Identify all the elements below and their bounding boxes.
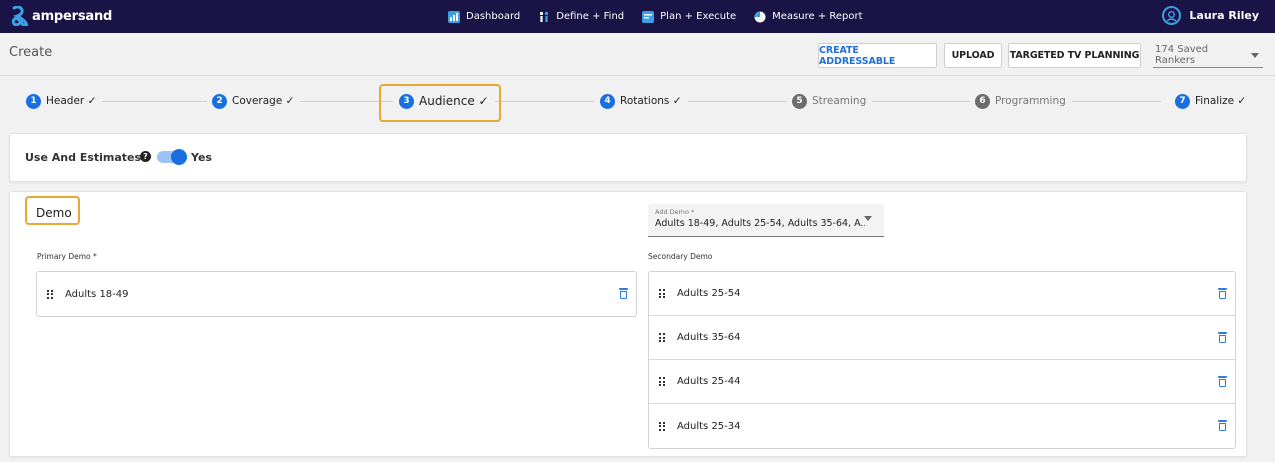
add-demo-value: Adults 18-49, Adults 25-54, Adults 35-64… [655, 218, 865, 229]
pie-chart-icon [754, 11, 766, 23]
secondary-demo-item[interactable]: Adults 25-44 [649, 360, 1235, 404]
audience-step-highlight [379, 84, 501, 122]
targeted-tv-planning-button[interactable]: TARGETED TV PLANNING [1008, 43, 1141, 68]
ampersand-logo[interactable]: ampersand [11, 5, 113, 27]
demo-name: Adults 25-44 [677, 376, 741, 387]
step-number: 1 [26, 93, 41, 109]
header-divider [0, 75, 1275, 76]
step-number: 7 [1175, 93, 1190, 109]
ampersand-logo-icon [11, 5, 30, 27]
step-label: Finalize ✓ [1195, 95, 1247, 107]
help-icon[interactable]: ? [140, 151, 151, 162]
brand-name: ampersand [32, 8, 113, 24]
trash-icon[interactable] [1218, 376, 1227, 387]
trash-icon[interactable] [1218, 288, 1227, 299]
step-label: Rotations ✓ [620, 95, 682, 107]
drag-handle-icon[interactable] [659, 333, 665, 342]
nav-define-find[interactable]: Define + Find [538, 11, 624, 23]
nav-dashboard-label: Dashboard [466, 11, 521, 22]
demo-name: Adults 35-64 [677, 332, 741, 343]
drag-handle-icon[interactable] [47, 289, 53, 299]
toggle-knob [171, 149, 187, 165]
step-label: Programming [995, 95, 1066, 107]
add-demo-label: Add Demo * [655, 208, 695, 216]
demo-title-highlight [25, 196, 80, 225]
step-number: 5 [792, 93, 807, 109]
step-number: 2 [212, 93, 227, 109]
secondary-demo-label: Secondary Demo [648, 252, 713, 261]
nav-measure-report[interactable]: Measure + Report [754, 11, 863, 23]
user-name: Laura Riley [1189, 9, 1259, 22]
primary-demo-list: Adults 18-49 [36, 271, 637, 317]
saved-rankers-select[interactable]: 174 Saved Rankers [1153, 43, 1263, 68]
step-label: Coverage ✓ [232, 95, 295, 107]
nav-define-find-label: Define + Find [556, 11, 625, 22]
nav-dashboard[interactable]: Dashboard [448, 10, 521, 23]
demo-name: Adults 18-49 [65, 288, 129, 300]
use-estimates-toggle[interactable] [157, 149, 187, 165]
secondary-demo-item[interactable]: Adults 25-34 [649, 404, 1235, 448]
trash-icon[interactable] [1218, 420, 1227, 431]
upload-button[interactable]: UPLOAD [944, 43, 1002, 68]
nav-measure-report-label: Measure + Report [772, 11, 863, 22]
step-label: Streaming [812, 95, 867, 107]
top-navigation-bar: ampersand Dashboard Define + Find Plan +… [0, 0, 1275, 33]
chevron-down-icon [1251, 52, 1259, 58]
step-programming[interactable]: 6 Programming [970, 90, 1072, 112]
secondary-demo-item[interactable]: Adults 25-54 [649, 272, 1235, 316]
drag-handle-icon[interactable] [659, 289, 665, 298]
trash-icon[interactable] [1218, 332, 1227, 343]
saved-rankers-value: 174 Saved Rankers [1155, 44, 1209, 66]
step-number: 4 [600, 93, 615, 109]
page-title: Create [9, 45, 53, 60]
trash-icon[interactable] [619, 288, 628, 299]
nav-plan-execute-label: Plan + Execute [660, 11, 737, 22]
primary-demo-item[interactable]: Adults 18-49 [37, 272, 636, 316]
step-streaming[interactable]: 5 Streaming [787, 90, 873, 112]
step-label: Header ✓ [46, 95, 97, 107]
create-addressable-button[interactable]: CREATE ADDRESSABLE [818, 43, 937, 68]
chevron-down-icon [864, 216, 872, 221]
secondary-demo-list: Adults 25-54 Adults 35-64 Adults 25-44 A… [648, 271, 1236, 449]
step-rotations[interactable]: 4 Rotations ✓ [595, 90, 688, 112]
user-circle-icon [1162, 6, 1182, 25]
step-coverage[interactable]: 2 Coverage ✓ [207, 90, 301, 112]
wizard-stepper: 1 Header ✓ 2 Coverage ✓ 3 Audience ✓ 4 R… [26, 90, 1253, 112]
drag-handle-icon[interactable] [659, 421, 665, 431]
toggle-state-label: Yes [191, 151, 212, 164]
secondary-demo-item[interactable]: Adults 35-64 [649, 316, 1235, 360]
primary-demo-label: Primary Demo * [37, 252, 97, 261]
nav-plan-execute[interactable]: Plan + Execute [642, 10, 737, 23]
demo-name: Adults 25-34 [677, 420, 741, 432]
dashboard-icon [448, 10, 460, 23]
add-demo-select[interactable]: Add Demo * Adults 18-49, Adults 25-54, A… [648, 204, 884, 237]
people-icon [538, 11, 550, 23]
calendar-icon [642, 10, 655, 23]
step-finalize[interactable]: 7 Finalize ✓ [1170, 90, 1253, 112]
step-number: 6 [975, 93, 990, 109]
main-nav: Dashboard Define + Find Plan + Execute M… [448, 0, 863, 33]
use-estimates-label: Use And Estimates [25, 151, 142, 164]
drag-handle-icon[interactable] [659, 377, 665, 386]
demo-name: Adults 25-54 [677, 288, 741, 299]
step-header[interactable]: 1 Header ✓ [26, 90, 103, 112]
user-menu[interactable]: Laura Riley [1162, 6, 1259, 25]
